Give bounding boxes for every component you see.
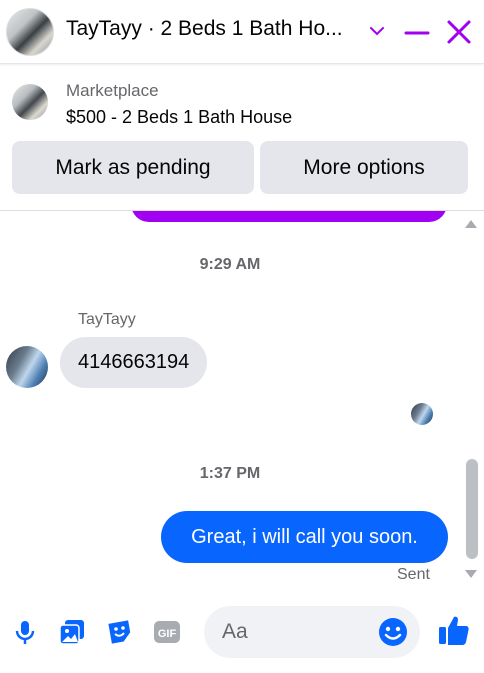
microphone-icon[interactable] [10,617,40,647]
timestamp: 1:37 PM [199,465,261,482]
scroll-down-arrow-icon[interactable] [463,568,479,582]
mark-as-pending-button[interactable]: Mark as pending [12,141,254,194]
more-options-button[interactable]: More options [260,141,468,194]
photo-icon[interactable] [57,617,87,647]
thumbs-up-icon[interactable] [437,613,471,647]
gif-icon[interactable]: GIF [152,617,182,647]
listing-thumbnail[interactable] [6,8,54,56]
chat-header: TayTayy · 2 Beds 1 Bath Ho... [0,0,484,64]
sticker-icon[interactable] [105,617,135,647]
scrollbar-thumb[interactable] [466,459,478,559]
sender-name: TayTayy [78,311,136,328]
message-status: Sent [397,566,430,583]
incoming-message[interactable]: 4146663194 [60,337,208,388]
listing-title[interactable]: $500 - 2 Beds 1 Bath House [66,107,292,128]
divider-mask [0,194,484,211]
avatar[interactable] [6,346,48,388]
marketplace-thumbnail[interactable] [12,84,48,120]
minimize-icon[interactable] [404,20,430,46]
chevron-down-icon[interactable] [368,22,386,40]
scroll-up-arrow-icon[interactable] [463,216,479,230]
marketplace-label: Marketplace [66,81,159,100]
close-icon[interactable] [444,17,474,47]
svg-text:GIF: GIF [158,628,177,640]
emoji-icon[interactable] [377,616,409,648]
timestamp: 9:29 AM [199,256,261,273]
seen-avatar [411,403,433,425]
section-divider [0,210,484,211]
chat-title[interactable]: TayTayy · 2 Beds 1 Bath Ho... [66,17,343,41]
outgoing-message[interactable]: Great, i will call you soon. [161,511,448,563]
